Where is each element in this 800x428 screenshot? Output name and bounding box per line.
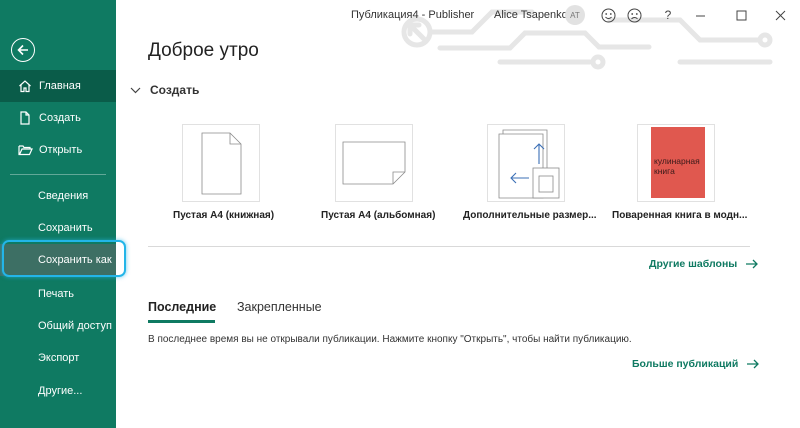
arrow-right-icon: [745, 259, 759, 269]
sidebar-item-label: Общий доступ: [38, 320, 112, 332]
user-name[interactable]: Alice Tsapenko: [494, 9, 568, 21]
template-label: Пустая A4 (альбомная): [321, 210, 436, 221]
active-tab-indicator: [148, 320, 215, 323]
frown-feedback-icon[interactable]: [623, 5, 645, 25]
sidebar-item-share[interactable]: Общий доступ: [0, 310, 116, 342]
template-thumbnail: [487, 124, 565, 202]
section-divider: [148, 246, 750, 247]
template-label: Пустая A4 (книжная): [173, 210, 275, 221]
sidebar-item-save[interactable]: Сохранить: [0, 212, 116, 244]
section-title: Создать: [150, 83, 200, 97]
arrow-right-icon: [746, 359, 760, 369]
tab-pinned[interactable]: Закрепленные: [237, 300, 322, 314]
link-label: Другие шаблоны: [649, 258, 738, 270]
cookbook-cover-text: кулинарная книга: [654, 156, 700, 176]
chevron-down-icon: [130, 87, 142, 94]
sidebar-item-new[interactable]: Создать: [0, 102, 116, 134]
sidebar-item-export[interactable]: Экспорт: [0, 342, 116, 374]
sidebar-item-label: Другие...: [38, 385, 83, 397]
template-label: Дополнительные размер...: [463, 210, 597, 221]
title-bar: Публикация4 - Publisher Alice Tsapenko A…: [116, 0, 800, 30]
sidebar-item-label: Главная: [39, 80, 81, 92]
tab-recent[interactable]: Последние: [148, 300, 216, 314]
sidebar-item-label: Сохранить как: [38, 254, 112, 266]
more-templates-link[interactable]: Другие шаблоны: [649, 258, 759, 270]
help-button[interactable]: ?: [657, 5, 679, 25]
template-thumbnail: [335, 124, 413, 202]
close-icon[interactable]: [769, 5, 791, 25]
sidebar-item-more[interactable]: Другие...: [0, 375, 116, 407]
sidebar-item-label: Сведения: [38, 190, 89, 202]
template-thumbnail: кулинарная книга: [637, 124, 715, 202]
backstage-sidebar: Главная Создать Открыть Сведения Сохрани…: [0, 0, 116, 428]
sidebar-item-label: Создать: [39, 112, 81, 124]
sidebar-item-label: Экспорт: [38, 352, 80, 364]
folder-open-icon: [17, 142, 33, 158]
minimize-icon[interactable]: [689, 5, 711, 25]
template-thumbnail: [182, 124, 260, 202]
sidebar-divider: [10, 174, 106, 175]
maximize-icon[interactable]: [730, 5, 752, 25]
sidebar-item-label: Открыть: [39, 144, 83, 156]
empty-recent-message: В последнее время вы не открывали публик…: [148, 334, 632, 345]
back-arrow-icon[interactable]: [11, 38, 35, 62]
sidebar-item-print[interactable]: Печать: [0, 278, 116, 310]
create-section-header[interactable]: Создать: [130, 83, 199, 97]
avatar[interactable]: AT: [565, 5, 585, 25]
sidebar-item-label: Печать: [38, 288, 75, 300]
page-title: Доброе утро: [148, 40, 259, 61]
smiley-feedback-icon[interactable]: [597, 5, 619, 25]
more-publications-link[interactable]: Больше публикаций: [632, 358, 760, 370]
window-title: Публикация4 - Publisher: [351, 9, 475, 21]
template-label: Поваренная книга в модн...: [612, 210, 748, 221]
sidebar-item-open[interactable]: Открыть: [0, 134, 116, 166]
sidebar-item-home[interactable]: Главная: [0, 70, 116, 102]
new-document-icon: [17, 110, 33, 126]
sidebar-item-info[interactable]: Сведения: [0, 180, 116, 212]
sidebar-item-label: Сохранить: [38, 222, 93, 234]
home-icon: [17, 78, 33, 94]
sidebar-item-save-as[interactable]: Сохранить как: [0, 244, 116, 276]
link-label: Больше публикаций: [632, 358, 739, 370]
